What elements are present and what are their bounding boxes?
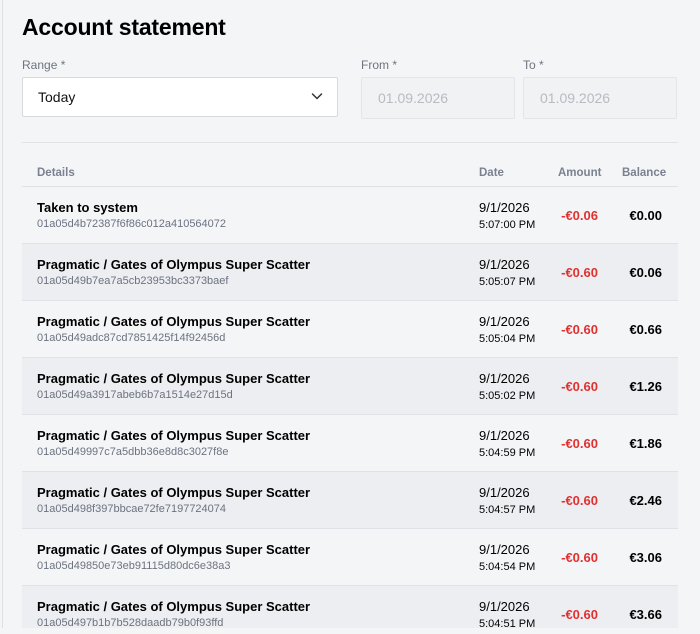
- row-transaction-id: 01a05d49adc87cd7851425f14f92456d: [37, 332, 226, 344]
- row-balance: €3.06: [629, 550, 662, 565]
- row-details: Pragmatic / Gates of Olympus Super Scatt…: [37, 599, 311, 614]
- row-transaction-id: 01a05d49850e73eb91115d80dc6e38a3: [37, 560, 231, 572]
- row-details: Pragmatic / Gates of Olympus Super Scatt…: [37, 485, 311, 500]
- table-row[interactable]: Pragmatic / Gates of Olympus Super Scatt…: [22, 357, 678, 414]
- range-label: Range *: [22, 58, 66, 72]
- row-amount: -€0.60: [561, 379, 598, 394]
- row-time: 5:07:00 PM: [479, 219, 536, 231]
- row-time: 5:04:54 PM: [479, 561, 536, 573]
- row-date: 9/1/2026: [479, 428, 530, 443]
- row-amount: -€0.60: [561, 607, 598, 622]
- row-amount: -€0.60: [561, 436, 598, 451]
- row-details: Pragmatic / Gates of Olympus Super Scatt…: [37, 428, 311, 443]
- range-select[interactable]: Today: [22, 77, 338, 117]
- row-details: Pragmatic / Gates of Olympus Super Scatt…: [37, 542, 311, 557]
- to-date-input[interactable]: [523, 77, 677, 119]
- table-row[interactable]: Pragmatic / Gates of Olympus Super Scatt…: [22, 528, 678, 585]
- table-header: Details Date Amount Balance: [22, 157, 678, 186]
- row-transaction-id: 01a05d498f397bbcae72fe7197724074: [37, 503, 227, 515]
- row-balance: €0.66: [629, 322, 662, 337]
- row-time: 5:04:59 PM: [479, 447, 536, 459]
- row-balance: €1.26: [629, 379, 662, 394]
- chevron-down-icon: [311, 93, 323, 100]
- row-date: 9/1/2026: [479, 314, 530, 329]
- row-date: 9/1/2026: [479, 371, 530, 386]
- row-amount: -€0.60: [561, 265, 598, 280]
- from-label: From *: [361, 58, 397, 72]
- column-header-balance: Balance: [622, 167, 667, 179]
- row-balance: €0.00: [629, 208, 662, 223]
- page-title: Account statement: [22, 14, 226, 40]
- row-details: Taken to system: [37, 200, 138, 215]
- row-details: Pragmatic / Gates of Olympus Super Scatt…: [37, 257, 311, 272]
- row-time: 5:05:02 PM: [479, 390, 536, 402]
- row-time: 5:05:04 PM: [479, 333, 536, 345]
- column-header-amount: Amount: [558, 167, 602, 179]
- column-header-date: Date: [479, 167, 504, 179]
- row-amount: -€0.60: [561, 322, 598, 337]
- to-label: To *: [523, 58, 544, 72]
- row-amount: -€0.60: [561, 493, 598, 508]
- account-statement-page: Account statement Range * From * To * To…: [0, 0, 700, 634]
- row-time: 5:05:07 PM: [479, 276, 536, 288]
- column-header-details: Details: [37, 167, 75, 179]
- row-details: Pragmatic / Gates of Olympus Super Scatt…: [37, 314, 311, 329]
- row-amount: -€0.60: [561, 550, 598, 565]
- row-date: 9/1/2026: [479, 485, 530, 500]
- left-divider: [2, 0, 3, 634]
- row-time: 5:04:57 PM: [479, 504, 536, 516]
- table-row[interactable]: Pragmatic / Gates of Olympus Super Scatt…: [22, 243, 678, 300]
- row-balance: €3.66: [629, 607, 662, 622]
- statement-table: Details Date Amount Balance Taken to sys…: [22, 157, 678, 634]
- table-row[interactable]: Pragmatic / Gates of Olympus Super Scatt…: [22, 585, 678, 634]
- table-row[interactable]: Taken to system 01a05d4b72387f6f86c012a4…: [22, 186, 678, 243]
- from-date-input[interactable]: [361, 77, 515, 119]
- row-transaction-id: 01a05d49a3917abeb6b7a1514e27d15d: [37, 389, 233, 401]
- row-amount: -€0.06: [561, 208, 598, 223]
- table-row[interactable]: Pragmatic / Gates of Olympus Super Scatt…: [22, 414, 678, 471]
- row-details: Pragmatic / Gates of Olympus Super Scatt…: [37, 371, 311, 386]
- row-balance: €0.06: [629, 265, 662, 280]
- row-balance: €2.46: [629, 493, 662, 508]
- table-row[interactable]: Pragmatic / Gates of Olympus Super Scatt…: [22, 300, 678, 357]
- row-transaction-id: 01a05d49997c7a5dbb36e8d8c3027f8e: [37, 446, 229, 458]
- row-date: 9/1/2026: [479, 257, 530, 272]
- row-balance: €1.86: [629, 436, 662, 451]
- row-date: 9/1/2026: [479, 542, 530, 557]
- bottom-edge: [0, 628, 700, 634]
- row-date: 9/1/2026: [479, 599, 530, 614]
- row-date: 9/1/2026: [479, 200, 530, 215]
- row-transaction-id: 01a05d49b7ea7a5cb23953bc3373baef: [37, 275, 229, 287]
- row-transaction-id: 01a05d4b72387f6f86c012a410564072: [37, 218, 227, 230]
- table-row[interactable]: Pragmatic / Gates of Olympus Super Scatt…: [22, 471, 678, 528]
- range-select-value: Today: [38, 89, 76, 105]
- filters-divider: [22, 142, 678, 143]
